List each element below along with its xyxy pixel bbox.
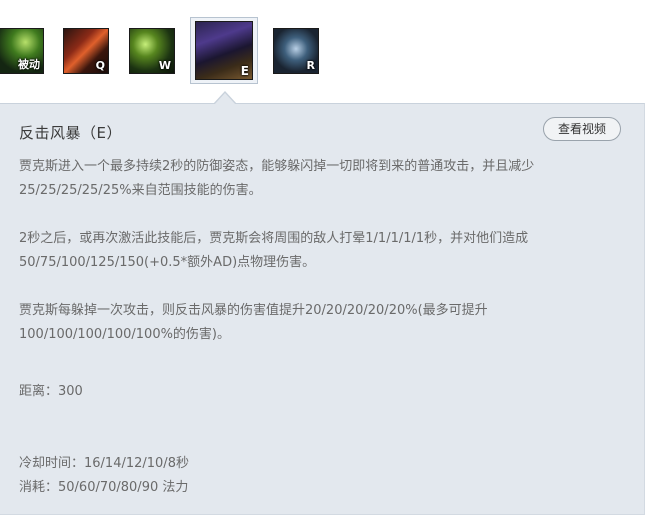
description-line: 贾克斯每躲掉一次攻击，则反击风暴的伤害值提升20/20/20/20/20%(最多…: [19, 303, 488, 318]
skill-e-icon[interactable]: E: [195, 21, 253, 80]
skill-detail-panel: 反击风暴（E） 查看视频 贾克斯进入一个最多持续2秒的防御姿态，能够躲闪掉一切即…: [0, 103, 645, 515]
skill-key-label: 被动: [18, 58, 40, 71]
description-line: 100/100/100/100/100%的伤害)。: [19, 327, 231, 342]
description-line: 50/75/100/125/150(+0.5*额外AD)点物理伤害。: [19, 255, 316, 270]
description-line: 25/25/25/25/25%来自范围技能的伤害。: [19, 183, 262, 198]
description-line: 2秒之后，或再次激活此技能后，贾克斯会将周围的敌人打晕1/1/1/1/1秒，并对…: [19, 231, 529, 246]
skill-key-label: W: [158, 59, 171, 72]
skill-description-paragraph: 贾克斯每躲掉一次攻击，则反击风暴的伤害值提升20/20/20/20/20%(最多…: [19, 299, 488, 347]
view-video-button[interactable]: 查看视频: [543, 117, 621, 141]
cost-text: 消耗：50/60/70/80/90 法力: [19, 480, 189, 495]
skill-description-paragraph: 2秒之后，或再次激活此技能后，贾克斯会将周围的敌人打晕1/1/1/1/1秒，并对…: [19, 227, 528, 275]
skill-bar: 被动 Q W E R: [0, 0, 646, 104]
skill-stats: 冷却时间：16/14/12/10/8秒 消耗：50/60/70/80/90 法力: [19, 452, 189, 500]
skill-key-label: E: [240, 64, 249, 78]
skill-title: 反击风暴（E）: [19, 124, 122, 142]
description-line: 贾克斯进入一个最多持续2秒的防御姿态，能够躲闪掉一切即将到来的普通攻击，并且减少: [19, 159, 535, 174]
cooldown-text: 冷却时间：16/14/12/10/8秒: [19, 456, 189, 471]
skill-w-icon[interactable]: W: [129, 28, 175, 74]
skill-passive-icon[interactable]: 被动: [0, 28, 44, 74]
skill-r-icon[interactable]: R: [273, 28, 319, 74]
skill-key-label: R: [306, 59, 315, 72]
skill-q-icon[interactable]: Q: [63, 28, 109, 74]
skill-range: 距离：300: [19, 380, 83, 404]
skill-description-paragraph: 贾克斯进入一个最多持续2秒的防御姿态，能够躲闪掉一切即将到来的普通攻击，并且减少…: [19, 155, 534, 203]
range-text: 距离：300: [19, 384, 83, 399]
skill-key-label: Q: [95, 59, 105, 72]
panel-pointer-arrow-fill: [214, 93, 236, 105]
